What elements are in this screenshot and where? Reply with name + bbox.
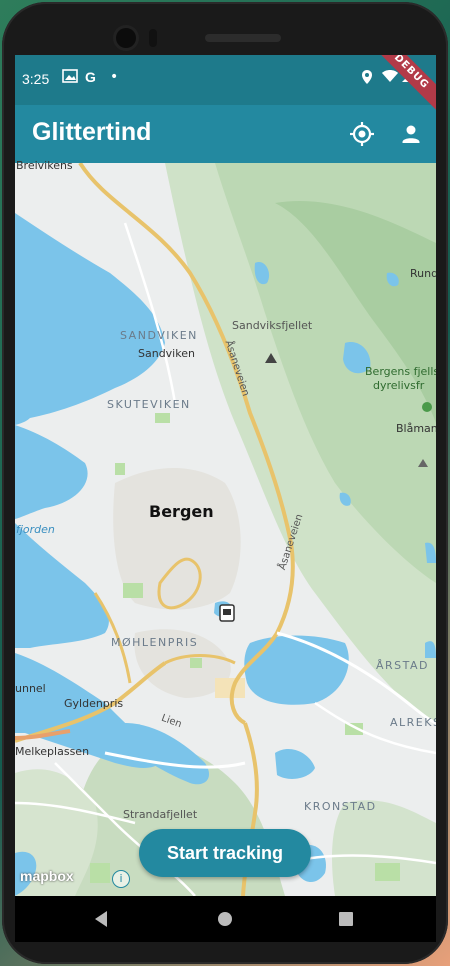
home-icon[interactable] xyxy=(212,906,238,932)
map-label-tunnel: unnel xyxy=(15,682,46,695)
app-screen: 3:25 G • DEBUG Glittertind Breivikens SA… xyxy=(15,55,436,896)
status-time: 3:25 xyxy=(22,71,50,87)
earpiece-speaker xyxy=(205,34,281,42)
map-label-sandviken-district: SANDVIKEN xyxy=(120,329,198,342)
map-label-alreks: ALREKS xyxy=(390,716,436,729)
dot-icon: • xyxy=(110,69,119,85)
map-label-dyrelivsfr: dyrelivsfr xyxy=(373,379,425,392)
location-icon xyxy=(361,69,373,89)
map-label-sandviksfjellet: Sandviksfjellet xyxy=(232,319,313,332)
start-tracking-button[interactable]: Start tracking xyxy=(139,829,311,877)
map-label-kronstad: KRONSTAD xyxy=(304,800,377,813)
mapbox-attribution: mapbox xyxy=(20,868,74,884)
map-label-strandafjellet: Strandafjellet xyxy=(123,808,198,821)
person-icon[interactable] xyxy=(396,119,426,149)
map-label-gyldenpris: Gyldenpris xyxy=(64,697,124,710)
map-view[interactable]: Breivikens SANDVIKEN Sandviken SKUTEVIKE… xyxy=(15,159,436,896)
map-label-breivikens: Breivikens xyxy=(16,159,73,172)
image-icon xyxy=(62,69,78,87)
map-label-sandviken: Sandviken xyxy=(138,347,195,360)
map-label-skuteviken: SKUTEVIKEN xyxy=(107,398,191,411)
info-icon[interactable]: i xyxy=(112,870,130,888)
wifi-icon xyxy=(381,69,399,87)
mapbox-logo[interactable]: mapbox xyxy=(20,868,74,890)
system-nav-bar xyxy=(15,896,436,942)
map-label-melkeplassen: Melkeplassen xyxy=(15,745,90,758)
my-location-icon[interactable] xyxy=(347,119,377,149)
recents-icon[interactable] xyxy=(333,906,359,932)
app-bar: Glittertind xyxy=(15,105,436,163)
app-title: Glittertind xyxy=(32,118,152,146)
map-label-rund: Rund xyxy=(410,267,436,280)
map-label-mohlenpris: MØHLENPRIS xyxy=(111,636,199,649)
map-label-arstad: ÅRSTAD xyxy=(376,659,430,672)
map-label-fjorden: fjorden xyxy=(16,523,55,536)
map-canvas xyxy=(15,161,436,896)
sensor xyxy=(149,29,157,47)
map-label-bergens-fjells: Bergens fjells xyxy=(365,365,436,378)
map-label-bergen: Bergen xyxy=(149,502,214,521)
status-bar: 3:25 G • xyxy=(15,55,436,105)
back-icon[interactable] xyxy=(89,906,115,932)
map-label-blaman: Blåman xyxy=(396,422,436,435)
google-icon: G xyxy=(85,69,96,85)
front-camera xyxy=(116,28,136,48)
